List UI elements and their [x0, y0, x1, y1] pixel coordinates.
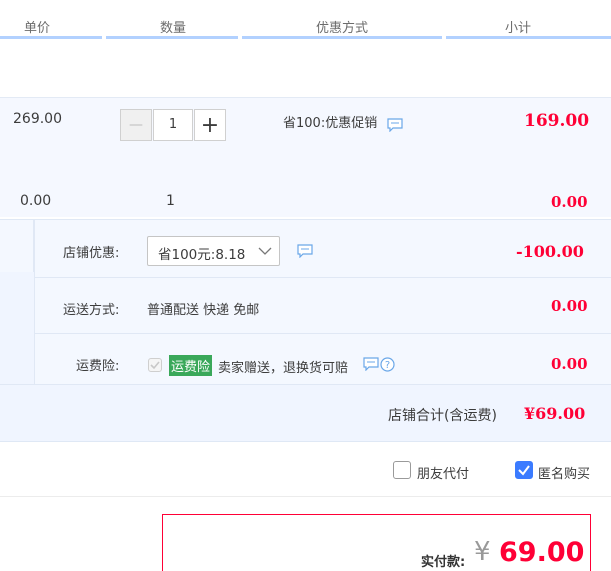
item-price: 269.00 — [13, 111, 62, 127]
chevron-down-icon — [258, 247, 272, 255]
help-icon[interactable]: ? — [380, 357, 395, 372]
quantity-input[interactable]: 1 — [153, 109, 193, 141]
insurance-badge: 运费险 — [169, 355, 213, 376]
header-divider-4 — [446, 36, 611, 39]
anonymous-checkbox[interactable] — [515, 461, 533, 479]
check-icon — [518, 465, 530, 476]
row-divider — [0, 384, 611, 385]
shipping-value: 普通配送 快递 免邮 — [147, 303, 260, 318]
check-icon — [150, 361, 160, 370]
item-subtotal: 169.00 — [524, 111, 590, 131]
payment-label: 实付款: — [421, 555, 466, 570]
promo-text: 省100:优惠促销 — [283, 116, 378, 131]
insurance-label: 运费险: — [76, 359, 120, 374]
header-subtotal: 小计 — [505, 21, 532, 36]
friend-pay-label[interactable]: 朋友代付 — [417, 463, 469, 482]
shop-total-label: 店铺合计(含运费) — [388, 408, 497, 424]
payment-box: 实付款: ¥ 69.00 — [162, 514, 591, 571]
svg-text:?: ? — [385, 360, 390, 371]
gift-price: 0.00 — [20, 193, 52, 209]
insurance-desc: 卖家赠送，退换货可赔 — [218, 361, 349, 376]
payment-amount: 69.00 — [499, 537, 585, 568]
header-divider-3 — [242, 36, 442, 39]
gift-quantity: 1 — [166, 193, 175, 209]
friend-pay-checkbox[interactable] — [393, 461, 411, 479]
chat-icon[interactable] — [297, 244, 313, 258]
chat-icon[interactable] — [387, 118, 403, 132]
shipping-amount: 0.00 — [551, 297, 588, 315]
shop-discount-select[interactable]: 省100元:8.18 — [147, 236, 280, 266]
insurance-amount: 0.00 — [551, 355, 588, 373]
shop-discount-amount: -100.00 — [516, 242, 584, 261]
left-bar — [0, 220, 34, 272]
header-discount: 优惠方式 — [316, 21, 369, 36]
row-divider — [34, 333, 611, 334]
payment-currency: ¥ — [474, 537, 491, 567]
shipping-label: 运送方式: — [63, 303, 120, 318]
header-divider-1 — [0, 36, 102, 39]
divider — [0, 496, 611, 497]
header-quantity: 数量 — [160, 21, 187, 36]
table-header: 单价 数量 优惠方式 小计 — [0, 0, 611, 40]
quantity-minus-button[interactable]: — — [120, 109, 152, 141]
shop-discount-selected: 省100元:8.18 — [158, 247, 246, 263]
header-unit-price: 单价 — [24, 21, 51, 36]
header-divider-2 — [106, 36, 238, 39]
chat-icon[interactable] — [363, 357, 379, 371]
quantity-plus-button[interactable]: + — [194, 109, 226, 141]
anonymous-label[interactable]: 匿名购买 — [538, 463, 590, 482]
row-divider — [34, 277, 611, 278]
insurance-checkbox[interactable] — [148, 358, 162, 372]
shop-discount-label: 店铺优惠: — [63, 246, 120, 261]
shop-total-amount: ¥69.00 — [524, 404, 586, 423]
gift-subtotal: 0.00 — [551, 193, 588, 211]
